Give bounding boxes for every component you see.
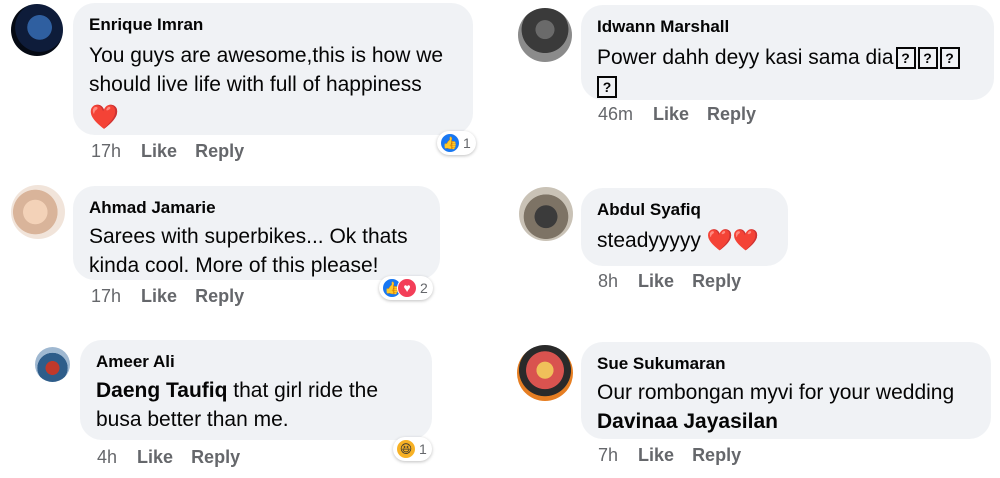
comment-actions: 46m Like Reply (598, 104, 774, 125)
comment-actions: 17h Like Reply (91, 141, 262, 162)
comment-timestamp[interactable]: 8h (598, 271, 618, 291)
comment-author[interactable]: Ameer Ali (96, 352, 416, 372)
comment-line: busa better than me. (96, 408, 289, 431)
comment-text: Power dahh deyy kasi sama dia??? ? (597, 43, 978, 101)
mention-link[interactable]: Davinaa Jayasilan (597, 410, 778, 433)
comment-timestamp[interactable]: 4h (97, 447, 117, 467)
comment-line: Power dahh deyy kasi sama dia (597, 46, 894, 69)
comment-timestamp[interactable]: 7h (598, 445, 618, 465)
unknown-glyph-box: ? (895, 47, 916, 70)
comment-actions: 7h Like Reply (598, 445, 759, 466)
comment-text: You guys are awesome,this is how we shou… (89, 41, 457, 132)
comment-actions: 8h Like Reply (598, 271, 759, 292)
comment-author[interactable]: Idwann Marshall (597, 17, 978, 37)
reaction-count: 1 (463, 135, 471, 151)
comment-text: Daeng Taufiq that girl ride the busa bet… (96, 376, 416, 434)
comment-line: You guys are awesome,this is how we (89, 44, 444, 67)
avatar[interactable] (519, 187, 573, 241)
comment-bubble: Ameer Ali Daeng Taufiq that girl ride th… (80, 340, 432, 440)
comment-author[interactable]: Abdul Syafiq (597, 200, 772, 220)
like-button[interactable]: Like (141, 141, 177, 161)
unknown-glyph-box: ? (939, 47, 960, 70)
avatar[interactable] (35, 347, 70, 382)
comment-text: Our rombongan myvi for your wedding Davi… (597, 378, 975, 436)
comment-line: Our rombongan myvi for your wedding (597, 381, 955, 404)
reply-button[interactable]: Reply (707, 104, 756, 124)
like-button[interactable]: Like (137, 447, 173, 467)
reaction-count: 1 (419, 441, 427, 457)
comment-line: that girl ride the (227, 379, 379, 402)
comment-line: should live life with full of happiness (89, 73, 422, 96)
reply-button[interactable]: Reply (692, 445, 741, 465)
comment-bubble: Idwann Marshall Power dahh deyy kasi sam… (581, 5, 994, 100)
comment-text: steadyyyyy ❤️❤️ (597, 229, 760, 252)
reply-button[interactable]: Reply (692, 271, 741, 291)
comment-author[interactable]: Ahmad Jamarie (89, 198, 424, 218)
unknown-glyph-box: ? (597, 76, 617, 99)
like-button[interactable]: Like (638, 445, 674, 465)
unknown-glyph-box: ? (917, 47, 938, 70)
avatar[interactable] (11, 4, 63, 56)
reply-button[interactable]: Reply (195, 141, 244, 161)
comment-actions: 4h Like Reply (97, 447, 258, 468)
comment-actions: 17h Like Reply (91, 286, 262, 307)
avatar[interactable] (517, 345, 573, 401)
comment-author[interactable]: Enrique Imran (89, 15, 457, 35)
reaction-summary[interactable]: 😆 1 (393, 437, 432, 461)
comment-timestamp[interactable]: 17h (91, 141, 121, 161)
mention-link[interactable]: Daeng Taufiq (96, 379, 227, 402)
reply-button[interactable]: Reply (191, 447, 240, 467)
avatar[interactable] (518, 8, 572, 62)
like-button[interactable]: Like (638, 271, 674, 291)
comment-line: Sarees with superbikes... Ok thats (89, 225, 408, 248)
reaction-summary[interactable]: 👍 ♥ 2 (379, 276, 433, 300)
reaction-summary[interactable]: 👍 1 (437, 131, 476, 155)
comment-text: Sarees with superbikes... Ok thats kinda… (89, 222, 424, 280)
reaction-count: 2 (420, 280, 428, 296)
love-reaction-icon: ♥ (397, 278, 417, 298)
comment-timestamp[interactable]: 46m (598, 104, 633, 124)
heart-emoji: ❤️ (89, 104, 119, 131)
comment-bubble: Ahmad Jamarie Sarees with superbikes... … (73, 186, 440, 280)
like-button[interactable]: Like (653, 104, 689, 124)
avatar[interactable] (11, 185, 65, 239)
comment-line: kinda cool. More of this please! (89, 254, 379, 277)
comment-timestamp[interactable]: 17h (91, 286, 121, 306)
like-reaction-icon: 👍 (440, 133, 460, 153)
comment-author[interactable]: Sue Sukumaran (597, 354, 975, 374)
haha-reaction-icon: 😆 (396, 439, 416, 459)
comment-bubble: Enrique Imran You guys are awesome,this … (73, 3, 473, 135)
comment-bubble: Abdul Syafiq steadyyyyy ❤️❤️ (581, 188, 788, 266)
reply-button[interactable]: Reply (195, 286, 244, 306)
like-button[interactable]: Like (141, 286, 177, 306)
comment-bubble: Sue Sukumaran Our rombongan myvi for you… (581, 342, 991, 439)
